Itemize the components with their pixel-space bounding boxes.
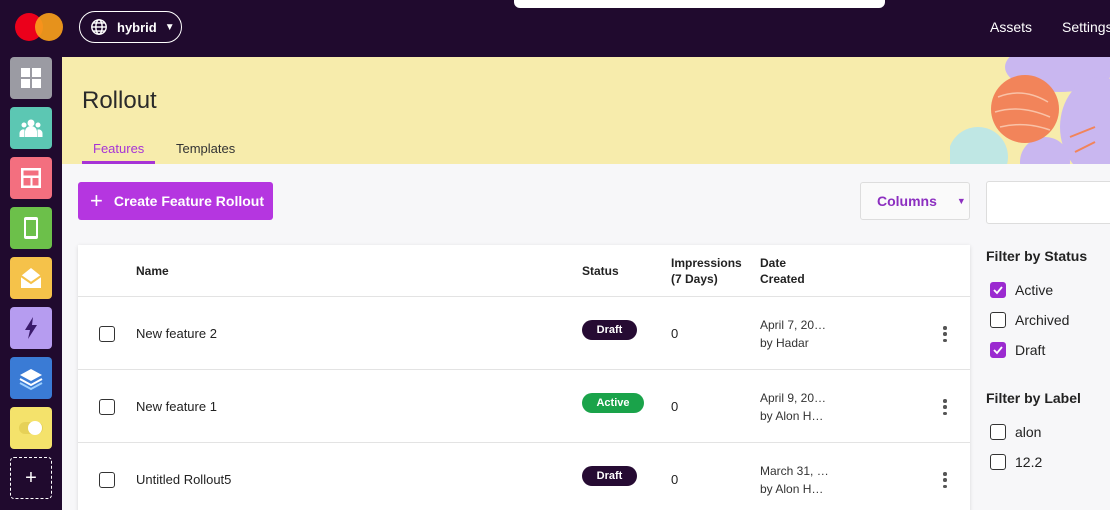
row-impressions: 0 (671, 472, 679, 487)
row-author: by Alon H… (760, 482, 824, 496)
table-row[interactable]: Untitled Rollout5 Draft 0 March 31, … by… (78, 442, 970, 510)
checkbox-checked[interactable] (990, 342, 1006, 358)
more-options-icon[interactable] (941, 326, 949, 342)
chevron-down-icon: ▼ (164, 21, 175, 33)
row-date: April 9, 20… (760, 391, 827, 405)
row-checkbox[interactable] (99, 472, 115, 488)
filter-by-status-title: Filter by Status (986, 248, 1088, 264)
date-header-line2: Created (760, 272, 805, 286)
checkbox-checked[interactable] (990, 282, 1006, 298)
row-name[interactable]: New feature 1 (136, 399, 217, 414)
more-options-icon[interactable] (941, 472, 949, 488)
top-bar: hybrid ▼ Assets Settings (0, 0, 1110, 57)
mobile-icon[interactable] (10, 207, 52, 249)
status-badge: Draft (582, 466, 637, 486)
row-date: April 7, 20… (760, 318, 827, 332)
create-feature-rollout-button[interactable]: + Create Feature Rollout (78, 182, 273, 220)
people-icon[interactable] (10, 107, 52, 149)
filter-status-draft[interactable]: Draft (990, 342, 1045, 358)
nav-assets[interactable]: Assets (990, 19, 1032, 35)
column-header-date-created[interactable]: Date Created (760, 255, 805, 287)
filter-label: 12.2 (1015, 454, 1043, 470)
lightning-icon[interactable] (10, 307, 52, 349)
filter-label: Active (1015, 282, 1054, 298)
column-header-name[interactable]: Name (136, 263, 169, 279)
toggle-icon[interactable] (10, 407, 52, 449)
impressions-header-line2: (7 Days) (671, 272, 718, 286)
filter-label: Archived (1015, 312, 1070, 328)
row-checkbox[interactable] (99, 326, 115, 342)
features-table: Name Status Impressions (7 Days) Date Cr… (78, 245, 970, 510)
filter-label-12-2[interactable]: 12.2 (990, 454, 1042, 470)
filter-label: alon (1015, 424, 1042, 440)
tab-templates[interactable]: Templates (176, 141, 235, 156)
dashboard-grid-icon[interactable] (10, 57, 52, 99)
row-author: by Alon H… (760, 409, 824, 423)
page-title: Rollout (82, 87, 157, 114)
row-name[interactable]: New feature 2 (136, 326, 217, 341)
row-date-created: April 7, 20… by Hadar (760, 316, 832, 352)
filter-label-alon[interactable]: alon (990, 424, 1041, 440)
envelope-icon[interactable] (10, 257, 52, 299)
checkbox[interactable] (990, 424, 1006, 440)
search-input[interactable] (986, 181, 1110, 224)
status-badge: Draft (582, 320, 637, 340)
layers-icon[interactable] (10, 357, 52, 399)
mastercard-logo[interactable] (15, 13, 65, 41)
columns-button[interactable]: Columns ▼ (860, 182, 970, 220)
filter-by-label-title: Filter by Label (986, 390, 1081, 406)
globe-icon (91, 19, 107, 35)
column-header-status[interactable]: Status (582, 263, 619, 279)
nav-settings[interactable]: Settings (1062, 19, 1110, 35)
plus-icon: + (90, 188, 103, 213)
row-impressions: 0 (671, 399, 679, 414)
status-badge: Active (582, 393, 644, 413)
row-name[interactable]: Untitled Rollout5 (136, 472, 231, 487)
row-checkbox[interactable] (99, 399, 115, 415)
row-date: March 31, … (760, 464, 829, 478)
filter-status-archived[interactable]: Archived (990, 312, 1069, 328)
active-tab-indicator (82, 161, 155, 164)
table-row[interactable]: New feature 1 Active 0 April 9, 20… by A… (78, 369, 970, 442)
checkbox[interactable] (990, 312, 1006, 328)
chevron-down-icon: ▼ (956, 196, 966, 206)
columns-button-label: Columns (877, 193, 937, 209)
date-header-line1: Date (760, 256, 787, 270)
create-button-label: Create Feature Rollout (113, 193, 264, 209)
environment-label: hybrid (117, 19, 157, 35)
environment-selector[interactable]: hybrid ▼ (79, 11, 182, 43)
more-options-icon[interactable] (941, 399, 949, 415)
filter-status-active[interactable]: Active (990, 282, 1053, 298)
checkbox[interactable] (990, 454, 1006, 470)
add-app-button[interactable]: + (10, 457, 52, 499)
column-header-impressions[interactable]: Impressions (7 Days) (671, 255, 742, 287)
layout-icon[interactable] (10, 157, 52, 199)
header-decoration (950, 57, 1110, 164)
table-row[interactable]: New feature 2 Draft 0 April 7, 20… by Ha… (78, 296, 970, 369)
row-author: by Hadar (760, 336, 809, 350)
row-date-created: April 9, 20… by Alon H… (760, 389, 832, 425)
filter-label: Draft (1015, 342, 1046, 358)
row-impressions: 0 (671, 326, 679, 341)
page-header: Rollout Features Templates (62, 57, 1110, 164)
app-sidebar: + (0, 57, 62, 510)
row-date-created: March 31, … by Alon H… (760, 462, 832, 498)
tab-features[interactable]: Features (93, 141, 144, 156)
search-popover[interactable] (514, 0, 885, 8)
impressions-header-line1: Impressions (671, 256, 742, 270)
